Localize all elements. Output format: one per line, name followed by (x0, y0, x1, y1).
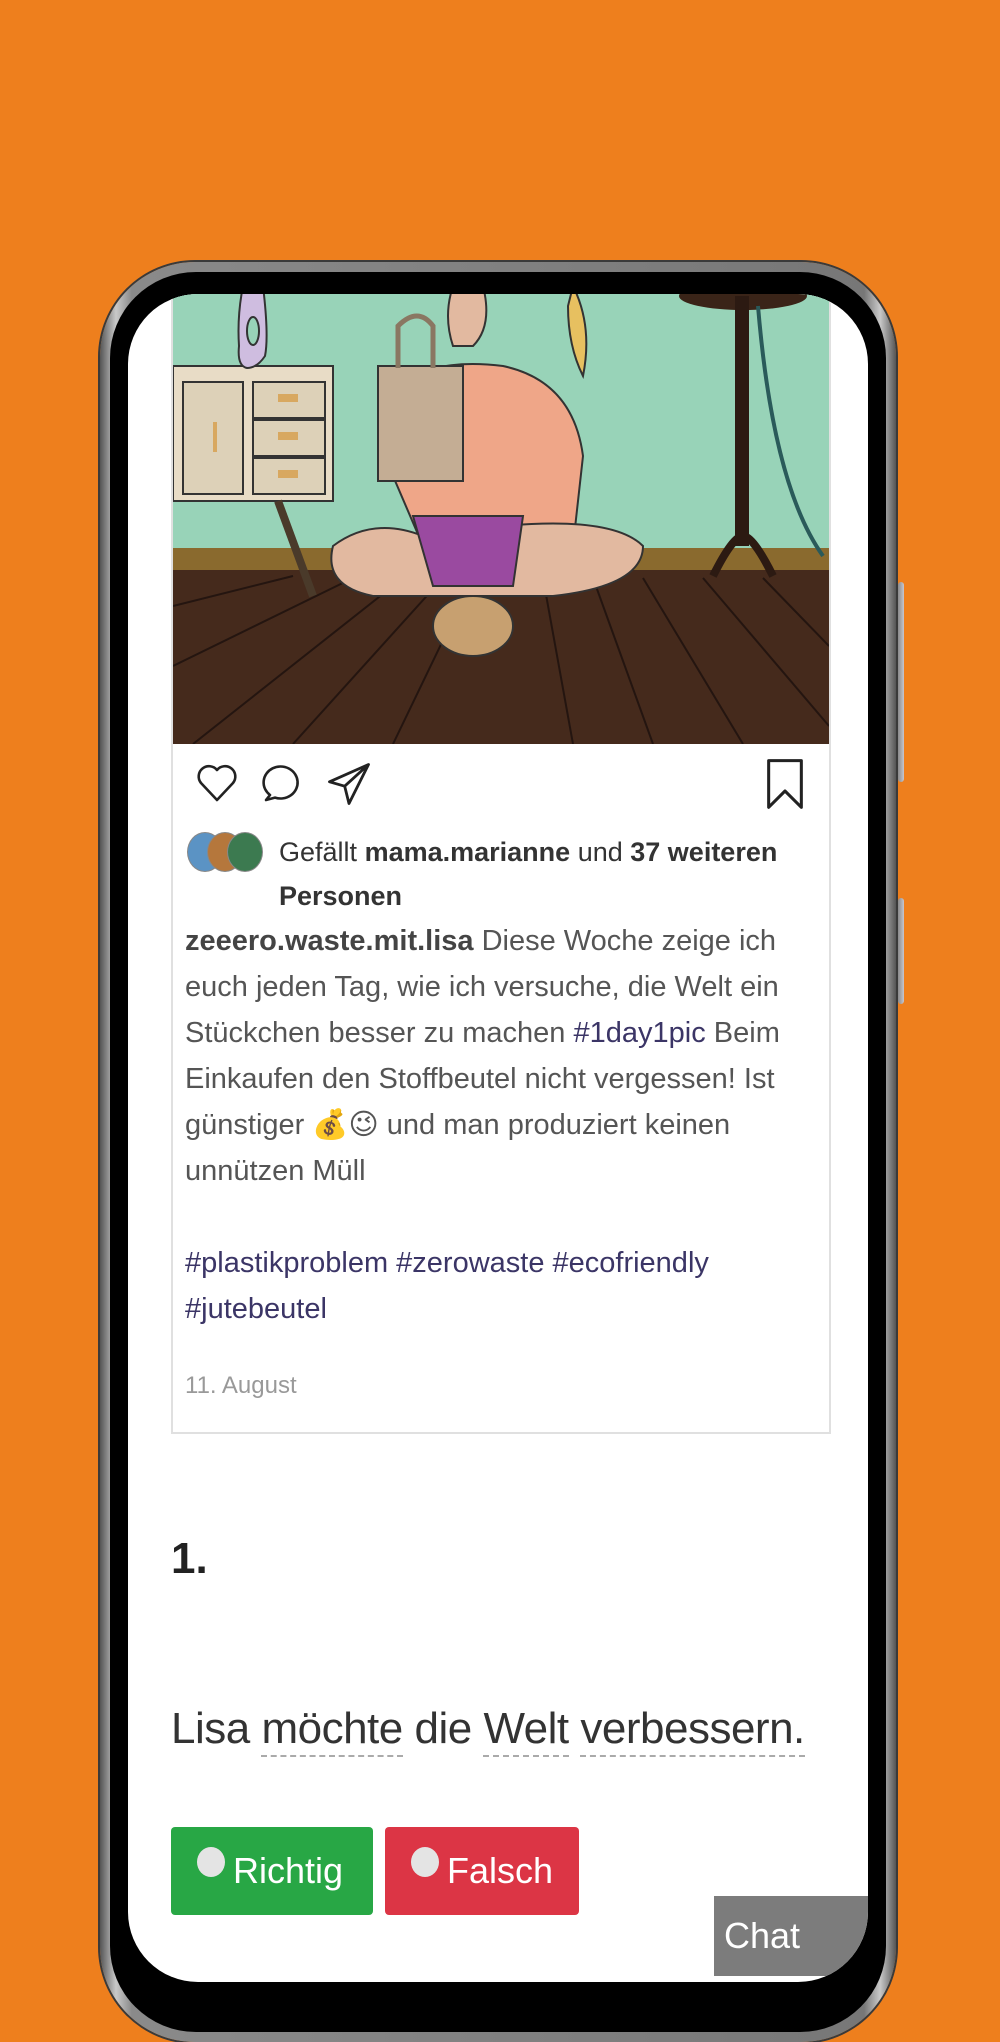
post-date: 11. August (185, 1372, 297, 1399)
illustration (173, 294, 829, 744)
chat-button[interactable]: Chat (714, 1896, 868, 1976)
heart-icon[interactable] (193, 758, 241, 806)
money-bag-wink-emoji-icon: 💰😉 (312, 1109, 379, 1141)
true-label: Richtig (233, 1850, 344, 1891)
likes-middle: und (577, 837, 623, 867)
statement-word[interactable]: verbessern. (580, 1704, 805, 1757)
true-button[interactable]: Richtig (171, 1827, 373, 1915)
post-hashtags[interactable]: #plastikproblem #zerowaste #ecofriendly … (173, 1240, 829, 1332)
radio-icon[interactable] (197, 1847, 225, 1877)
statement-word: die (414, 1704, 472, 1753)
false-label: Falsch (447, 1850, 554, 1891)
question-statement: Lisa möchte die Welt verbessern. (171, 1704, 805, 1757)
phone-frame: Gefällt mama.marianne und 37 weiteren Pe… (100, 262, 904, 2042)
screen: Gefällt mama.marianne und 37 weiteren Pe… (128, 294, 868, 1982)
false-button[interactable]: Falsch (385, 1827, 579, 1915)
phone-bezel: Gefällt mama.marianne und 37 weiteren Pe… (110, 272, 886, 2032)
question-number: 1. (171, 1534, 208, 1583)
liker-avatars (187, 832, 277, 872)
avatar (227, 832, 263, 872)
radio-icon[interactable] (411, 1847, 439, 1877)
statement-word[interactable]: Welt (483, 1704, 569, 1757)
liker-username[interactable]: mama.marianne (365, 837, 571, 867)
post-image (173, 294, 829, 744)
caption-hashtag[interactable]: #1day1pic (574, 1017, 706, 1049)
volume-button (898, 582, 904, 782)
post-actions (173, 744, 829, 828)
answer-options: Richtig Falsch (171, 1827, 579, 1915)
likes-prefix: Gefällt (279, 837, 358, 867)
statement-word: Lisa (171, 1704, 250, 1753)
statement-word[interactable]: möchte (261, 1704, 403, 1757)
power-button (898, 898, 904, 1004)
bookmark-icon[interactable] (763, 756, 807, 812)
post-caption: zeeero.waste.mit.lisa Diese Woche zeige … (173, 918, 829, 1194)
likes-line: Gefällt mama.marianne und 37 weiteren Pe… (173, 830, 829, 918)
speech-bubble-icon[interactable] (257, 758, 305, 806)
caption-username[interactable]: zeeero.waste.mit.lisa (185, 925, 474, 957)
instagram-post: Gefällt mama.marianne und 37 weiteren Pe… (171, 294, 831, 1434)
paper-plane-icon[interactable] (323, 758, 375, 810)
